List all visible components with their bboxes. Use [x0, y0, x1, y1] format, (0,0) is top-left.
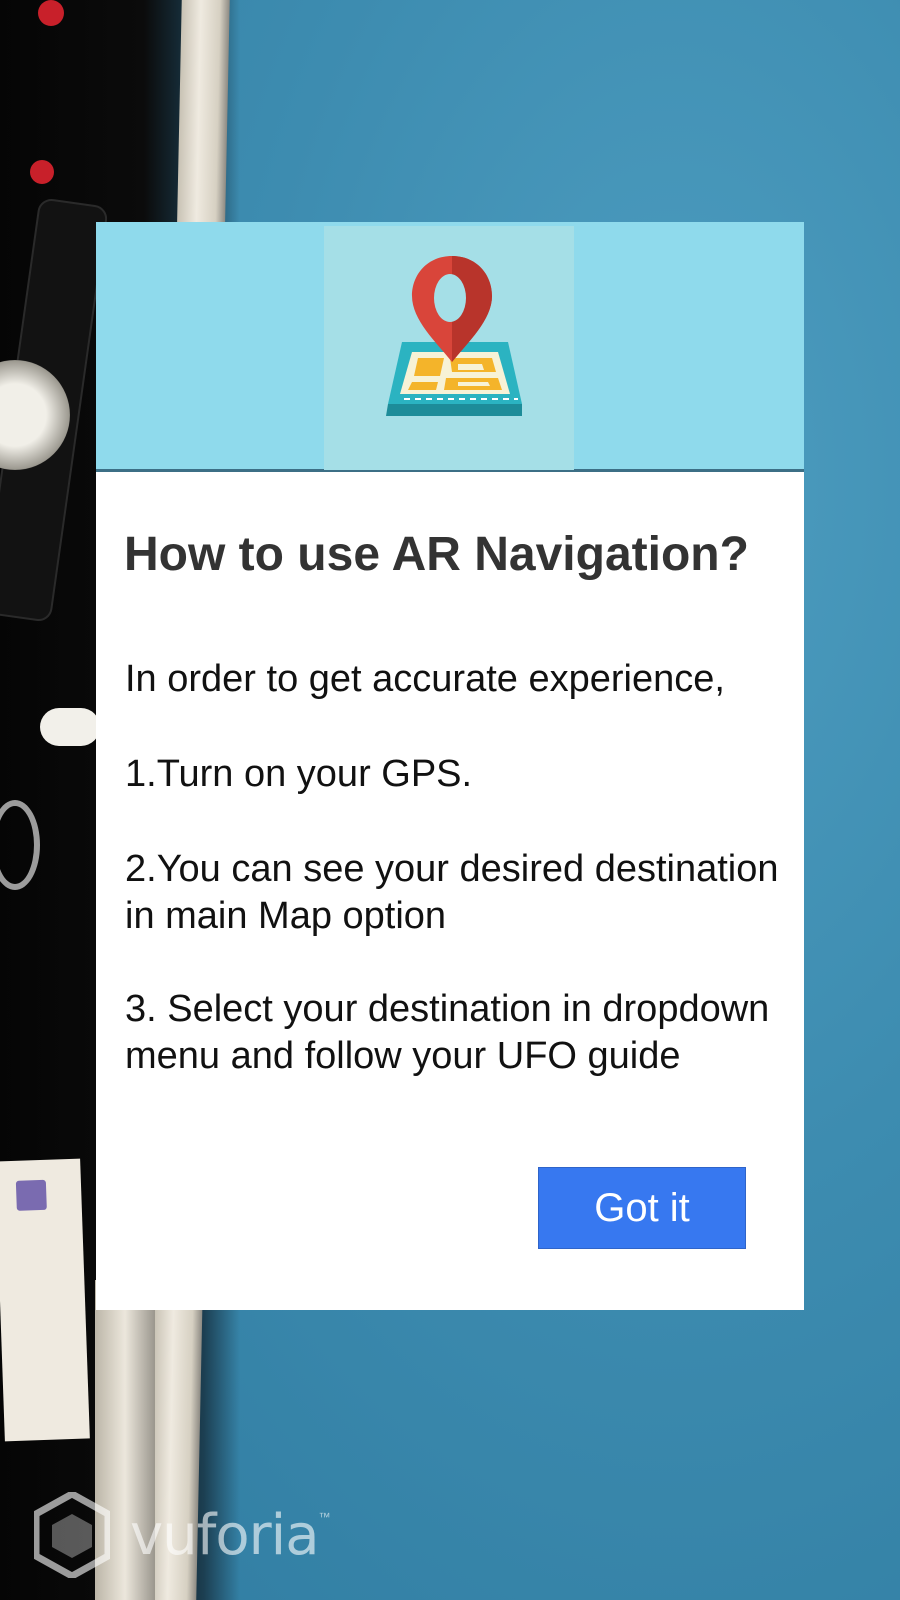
intro-text: In order to get accurate experience,	[125, 658, 725, 700]
instruction-step: 1.Turn on your GPS.	[125, 753, 473, 795]
ar-navigation-help-dialog: How to use AR Navigation? In order to ge…	[96, 222, 804, 1310]
camera-paper	[0, 1158, 90, 1442]
dialog-title: How to use AR Navigation?	[124, 528, 749, 581]
header-icon-tile	[324, 226, 574, 470]
dialog-header	[96, 222, 804, 472]
camera-pin	[38, 0, 64, 26]
vuforia-trademark: ™	[318, 1510, 331, 1524]
camera-peg	[40, 708, 100, 746]
instruction-step: 2.You can see your desired destination i…	[125, 848, 779, 937]
instruction-step: 3. Select your destination in dropdown m…	[125, 988, 770, 1077]
got-it-button[interactable]: Got it	[538, 1167, 746, 1249]
camera-pin	[30, 160, 54, 184]
vuforia-wordmark: vuforia	[130, 1502, 320, 1568]
vuforia-watermark: vuforia ™	[34, 1490, 331, 1580]
map-pin-icon	[386, 256, 522, 416]
dialog-body: In order to get accurate experience, 1.T…	[125, 656, 795, 1128]
vuforia-logo-icon	[34, 1492, 110, 1578]
